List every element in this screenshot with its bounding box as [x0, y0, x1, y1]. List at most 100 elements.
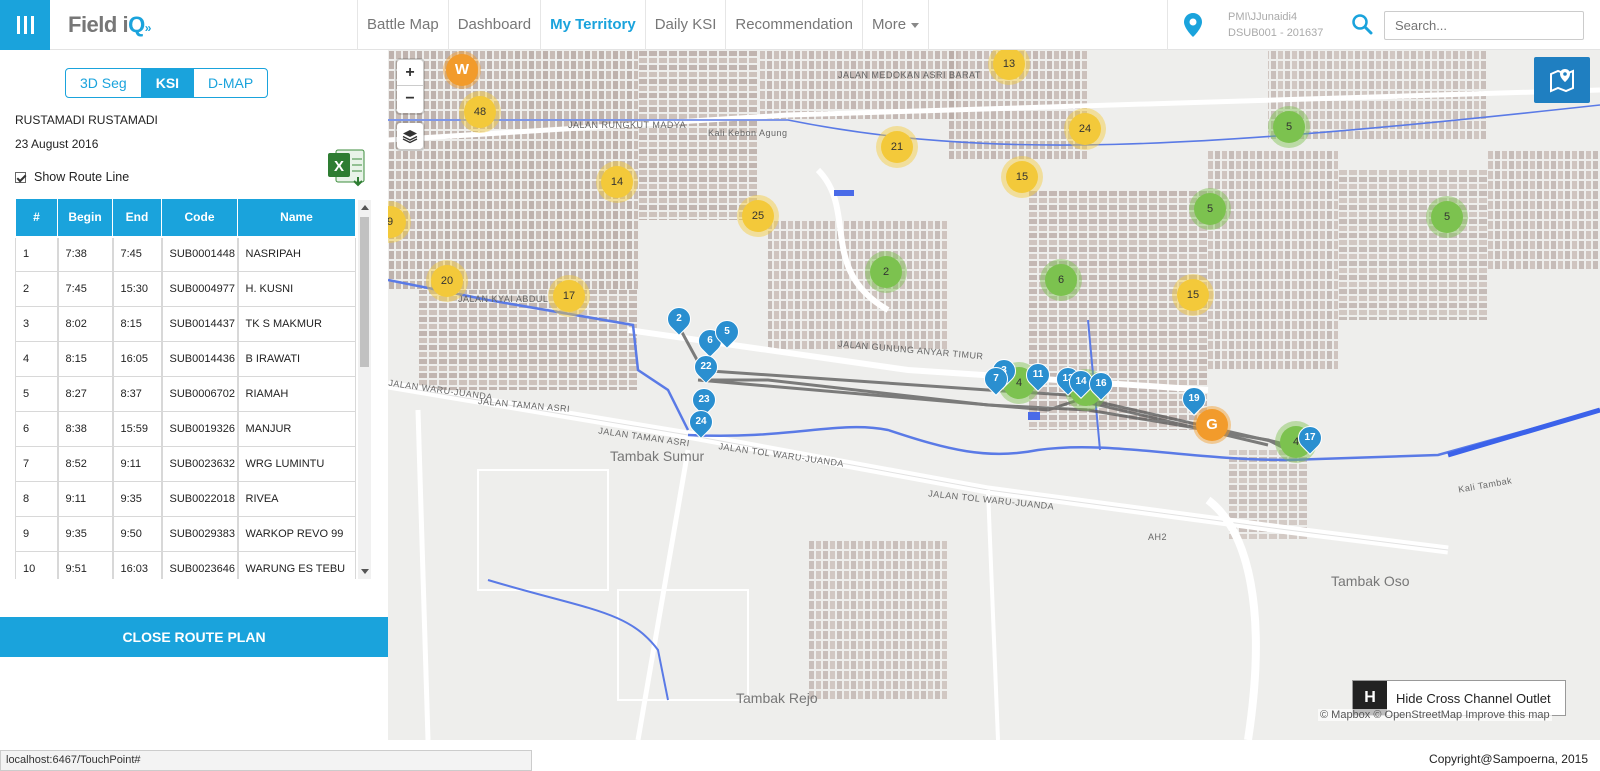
cell-end: 8:37 — [111, 376, 162, 412]
table-row[interactable]: 6 8:38 15:59 SUB0019326 MANJUR — [15, 411, 356, 447]
outlet-cluster[interactable]: 5 — [1273, 111, 1305, 143]
layers-button[interactable] — [397, 123, 423, 149]
close-route-plan-button[interactable]: CLOSE ROUTE PLAN — [0, 617, 388, 657]
col-number[interactable]: # — [15, 198, 58, 238]
table-row[interactable]: 3 8:02 8:15 SUB0014437 TK S MAKMUR — [15, 306, 356, 342]
header-divider — [1167, 0, 1168, 50]
table-row[interactable]: 1 7:38 7:45 SUB0001448 NASRIPAH — [15, 236, 356, 272]
outlet-cluster[interactable]: 15 — [1006, 161, 1038, 193]
outlet-cluster[interactable]: 21 — [881, 131, 913, 163]
cell-end: 9:35 — [111, 481, 162, 517]
outlet-cluster[interactable]: 48 — [464, 96, 496, 128]
cell-begin: 8:27 — [56, 376, 113, 412]
map-route-tool-button[interactable] — [1534, 57, 1590, 103]
pin-number: 7 — [993, 373, 999, 384]
place-name: Tambak Sumur — [610, 448, 705, 464]
menu-icon-bar — [30, 16, 34, 34]
place-name: Tambak Oso — [1331, 573, 1410, 589]
zoom-in-button[interactable]: + — [397, 60, 423, 86]
nav-my-territory[interactable]: My Territory — [540, 0, 645, 50]
cell-code: SUB0023646 — [160, 551, 238, 579]
logo-text: Field i — [68, 12, 129, 37]
table-scrollbar[interactable] — [358, 200, 371, 579]
segment-d-map[interactable]: D-MAP — [193, 69, 267, 97]
territory-map[interactable]: JALAN MEDOKAN ASRI BARAT JALAN RUNGKUT M… — [388, 50, 1600, 740]
cell-begin: 9:51 — [56, 551, 113, 579]
outlet-cluster[interactable]: 15 — [1177, 279, 1209, 311]
svg-text:X: X — [334, 158, 344, 175]
table-row[interactable]: 8 9:11 9:35 SUB0022018 RIVEA — [15, 481, 356, 517]
scroll-thumb[interactable] — [360, 217, 369, 367]
table-row[interactable]: 5 8:27 8:37 SUB0006702 RIAMAH — [15, 376, 356, 412]
scroll-up-icon[interactable] — [361, 205, 369, 210]
cell-number: 5 — [15, 376, 58, 412]
wholesaler-marker[interactable]: W — [446, 54, 478, 86]
outlet-cluster[interactable]: 14 — [601, 166, 633, 198]
cell-number: 9 — [15, 516, 58, 552]
segment-3d-seg[interactable]: 3D Seg — [66, 69, 141, 97]
cell-code: SUB0029383 — [160, 516, 238, 552]
cell-number: 6 — [15, 411, 58, 447]
table-row[interactable]: 2 7:45 15:30 SUB0004977 H. KUSNI — [15, 271, 356, 307]
street-label: AH2 — [1148, 532, 1168, 542]
nav-battle-map[interactable]: Battle Map — [357, 0, 448, 50]
cell-begin: 9:35 — [56, 516, 113, 552]
cell-code: SUB0023632 — [160, 446, 238, 482]
map-marker-icon — [1550, 69, 1574, 93]
outlet-cluster[interactable]: 2 — [870, 256, 902, 288]
pin-number: 22 — [700, 361, 712, 372]
route-table: # Begin End Code Name 1 7:38 7:45 SUB000144… — [15, 198, 373, 579]
cell-begin: 9:11 — [56, 481, 113, 517]
pin-number: 24 — [695, 416, 707, 427]
nav-more-dropdown[interactable]: More — [861, 0, 930, 50]
browser-status-url: localhost:6467/TouchPoint# — [0, 750, 532, 771]
outlet-cluster[interactable]: 5 — [1431, 201, 1463, 233]
nav-daily-ksi[interactable]: Daily KSI — [644, 0, 726, 50]
show-route-toggle[interactable]: Show Route Line — [15, 170, 129, 184]
col-code[interactable]: Code — [161, 198, 238, 238]
cell-end: 15:59 — [111, 411, 162, 447]
menu-toggle-button[interactable] — [0, 0, 50, 50]
outlet-cluster[interactable]: 20 — [431, 265, 463, 297]
street-label: JALAN RUNGKUT MADYA — [568, 120, 687, 130]
outlet-cluster[interactable]: 25 — [742, 200, 774, 232]
outlet-cluster[interactable]: 6 — [1045, 264, 1077, 296]
cell-begin: 7:45 — [56, 271, 113, 307]
search-icon[interactable] — [1351, 13, 1373, 35]
pin-number: 2 — [676, 313, 682, 324]
table-row[interactable]: 9 9:35 9:50 SUB0029383 WARKOP REVO 99 — [15, 516, 356, 552]
nav-more-label: More — [871, 16, 907, 33]
outlet-cluster[interactable]: 24 — [1069, 113, 1101, 145]
cell-begin: 7:38 — [56, 236, 113, 272]
zoom-out-button[interactable]: − — [397, 86, 423, 112]
location-pin-icon[interactable] — [1184, 13, 1202, 37]
cell-begin: 8:02 — [56, 306, 113, 342]
grocery-marker[interactable]: G — [1196, 409, 1228, 441]
map-attribution[interactable]: © Mapbox © OpenStreetMap Improve this ma… — [1318, 709, 1552, 721]
outlet-cluster[interactable]: 5 — [1194, 193, 1226, 225]
col-begin[interactable]: Begin — [57, 198, 113, 238]
table-row[interactable]: 7 8:52 9:11 SUB0023632 WRG LUMINTU — [15, 446, 356, 482]
search-input[interactable] — [1384, 11, 1584, 40]
col-name[interactable]: Name — [237, 198, 356, 238]
cell-name: H. KUSNI — [236, 271, 356, 307]
cell-code: SUB0022018 — [160, 481, 238, 517]
pin-number: 17 — [1304, 432, 1316, 443]
fieldiq-logo[interactable]: Field iQ» — [68, 12, 151, 38]
col-end[interactable]: End — [112, 198, 162, 238]
show-route-checkbox[interactable] — [15, 171, 26, 183]
cell-end: 9:11 — [111, 446, 162, 482]
nav-recommendation[interactable]: Recommendation — [725, 0, 862, 50]
outlet-cluster[interactable]: 17 — [553, 280, 585, 312]
nav-dashboard[interactable]: Dashboard — [447, 0, 540, 50]
table-row[interactable]: 4 8:15 16:05 SUB0014436 B IRAWATI — [15, 341, 356, 377]
cell-end: 15:30 — [111, 271, 162, 307]
pin-number: 11 — [1032, 369, 1044, 380]
segment-ksi[interactable]: KSI — [140, 69, 194, 97]
excel-export-icon[interactable]: X — [328, 147, 368, 187]
table-row[interactable]: 10 9:51 16:03 SUB0023646 WARUNG ES TEBU — [15, 551, 356, 579]
cell-code: SUB0006702 — [160, 376, 238, 412]
scroll-down-icon[interactable] — [361, 569, 369, 574]
pin-number: 19 — [1188, 393, 1200, 404]
show-route-label: Show Route Line — [34, 170, 130, 184]
